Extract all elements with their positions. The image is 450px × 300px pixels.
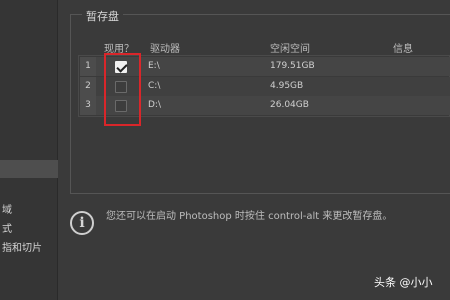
info-icon: i (70, 211, 94, 235)
header-info: 信息 (393, 44, 413, 55)
drive-cell: D:\ (148, 100, 161, 110)
info-text: 您还可以在启动 Photoshop 时按住 control-alt 来更改暂存盘… (106, 211, 393, 222)
sidebar-item-guides[interactable]: 域 (2, 201, 12, 216)
free-space-cell: 4.95GB (270, 81, 304, 91)
free-space-cell: 26.04GB (270, 100, 309, 110)
red-highlight-box (104, 53, 141, 126)
panel-title: 暂存盘 (82, 8, 123, 24)
row-index: 3 (80, 96, 96, 115)
sidebar-item-slices[interactable]: 指和切片 (2, 239, 42, 254)
preferences-sidebar: 域 式 指和切片 (0, 0, 58, 300)
row-index: 1 (80, 57, 96, 76)
watermark: 头条 @小小 (374, 276, 433, 289)
drive-cell: E:\ (148, 61, 160, 71)
header-drive: 驱动器 (150, 44, 180, 55)
header-free-space: 空闲空间 (270, 44, 310, 55)
drive-cell: C:\ (148, 81, 161, 91)
sidebar-selected-item[interactable] (0, 160, 58, 178)
sidebar-item-plugins[interactable]: 式 (2, 220, 12, 235)
free-space-cell: 179.51GB (270, 61, 315, 71)
row-index: 2 (80, 77, 96, 96)
